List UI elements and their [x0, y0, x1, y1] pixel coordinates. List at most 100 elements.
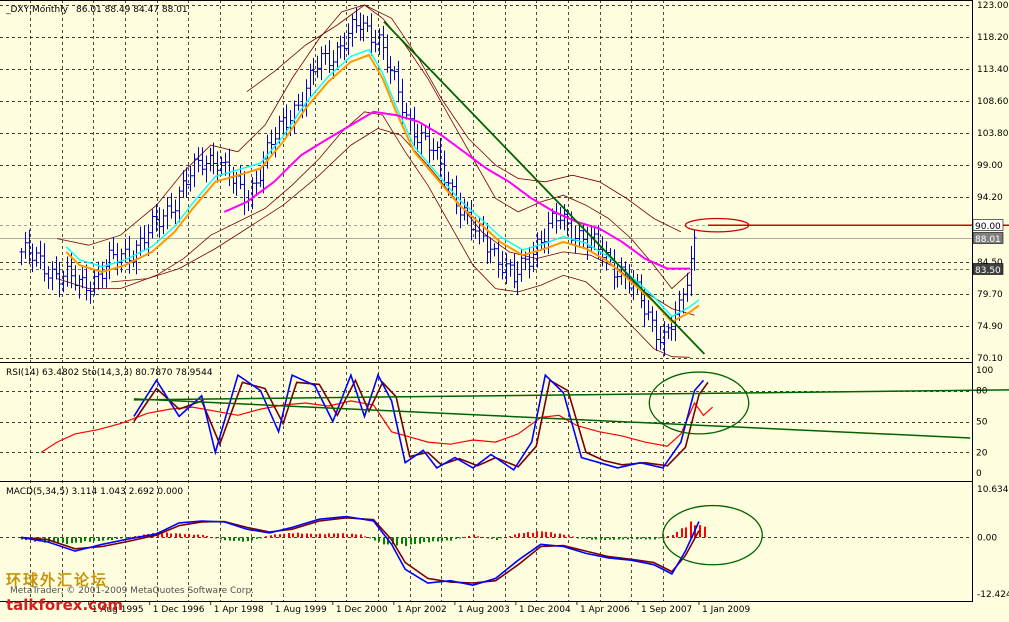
macd-histogram-bar-positive	[297, 533, 299, 538]
macd-histogram-bar-positive	[315, 534, 317, 537]
macd-histogram-bar-positive	[206, 536, 208, 537]
time-axis-label: 1 Sep 2007	[641, 605, 692, 615]
macd-histogram-bar-positive	[288, 533, 290, 537]
price-axis-label: 108.60	[977, 97, 1009, 107]
macd-histogram-bar-positive	[202, 535, 204, 538]
macd-histogram-bar-positive	[197, 535, 199, 538]
macd-histogram-bar-positive	[541, 531, 543, 537]
macd-histogram-bar-positive	[554, 534, 556, 538]
watermark-copyright: MetaTrader, © 2001-2009 MetaQuotes Softw…	[10, 586, 254, 596]
macd-histogram-bar-negative	[609, 537, 611, 539]
macd-histogram-bar-negative	[374, 537, 376, 540]
macd-axis-label: -12.424	[977, 590, 1009, 600]
macd-histogram-bar-negative	[446, 537, 448, 540]
macd-histogram-bar-negative	[419, 537, 421, 543]
macd-histogram-bar-positive	[328, 533, 330, 537]
macd-histogram-bar-positive	[464, 537, 466, 538]
macd-histogram-bar-negative	[437, 537, 439, 541]
macd-histogram-bar-positive	[193, 535, 195, 538]
macd-histogram-bar-negative	[658, 537, 660, 538]
macd-histogram-bar-positive	[468, 536, 470, 537]
ohlc-label: 86.01 88.49 84.47 88.01	[76, 5, 188, 15]
macd-histogram-bar-positive	[360, 534, 362, 537]
price-axis-label: 99.00	[977, 161, 1003, 171]
macd-histogram-bar-positive	[364, 536, 366, 537]
macd-histogram-bar-negative	[238, 537, 240, 540]
macd-histogram-bar-negative	[636, 537, 638, 539]
time-axis-label: 1 Jan 2009	[702, 605, 750, 615]
macd-histogram-bar-positive	[324, 534, 326, 537]
macd-histogram-bar-negative	[116, 537, 118, 539]
macd-histogram-bar-negative	[600, 537, 602, 539]
macd-histogram-bar-positive	[505, 537, 507, 538]
macd-histogram-bar-positive	[279, 534, 281, 537]
macd-histogram-bar-positive	[265, 536, 267, 537]
macd-histogram-bar-negative	[75, 537, 77, 542]
macd-histogram-bar-negative	[627, 537, 629, 539]
macd-histogram-bar-negative	[622, 537, 624, 539]
macd-histogram-bar-negative	[423, 537, 425, 542]
macd-histogram-bar-negative	[233, 537, 235, 541]
macd-histogram-bar-positive	[306, 533, 308, 537]
price-axis-label: 94.20	[977, 193, 1003, 203]
macd-histogram-bar-negative	[455, 537, 457, 539]
macd-histogram-bar-positive	[346, 534, 348, 537]
macd-histogram-bar-positive	[355, 534, 357, 537]
macd-histogram-bar-positive	[545, 532, 547, 538]
macd-histogram-bar-negative	[89, 537, 91, 542]
macd-histogram-bar-negative	[215, 537, 217, 538]
macd-histogram-bar-negative	[229, 537, 231, 540]
time-axis-label: 1 Apr 2002	[397, 605, 447, 615]
macd-histogram-bar-positive	[509, 536, 511, 537]
macd-histogram-bar-negative	[487, 537, 489, 538]
macd-legend-label: MACD(5,34,5) 3.114 1.043 2.692 0.000	[6, 487, 183, 497]
macd-axis-label: 0.00	[977, 533, 997, 543]
macd-histogram-bar-positive	[292, 533, 294, 537]
macd-histogram-bar-positive	[518, 533, 520, 537]
dxy-monthly-chart[interactable]: 123.00118.20113.40108.60103.8099.0094.20…	[0, 0, 1009, 618]
symbol-label: _DXY,Monthly	[5, 5, 69, 15]
rsi-axis-label: 20	[976, 448, 988, 458]
macd-histogram-bar-positive	[301, 534, 303, 538]
macd-histogram-bar-positive	[473, 535, 475, 538]
macd-histogram-bar-positive	[482, 537, 484, 538]
macd-histogram-bar-negative	[410, 537, 412, 544]
macd-histogram-bar-positive	[274, 534, 276, 537]
macd-histogram-bar-negative	[405, 537, 407, 546]
watermark-site: talkforex.com	[6, 596, 123, 614]
macd-histogram-bar-positive	[514, 534, 516, 537]
macd-histogram-bar-positive	[523, 533, 525, 537]
price-level-label: 90.00	[975, 222, 1001, 232]
macd-histogram-bar-positive	[685, 527, 687, 537]
macd-histogram-bar-positive	[270, 535, 272, 537]
macd-histogram-bar-positive	[351, 534, 353, 538]
macd-histogram-bar-negative	[369, 537, 371, 538]
time-axis-label: 1 Aug 2003	[458, 605, 510, 615]
macd-histogram-bar-negative	[80, 537, 82, 542]
price-level-label: 88.01	[975, 235, 1001, 245]
macd-histogram-bar-negative	[414, 537, 416, 544]
macd-histogram-bar-negative	[491, 537, 493, 539]
macd-histogram-bar-positive	[170, 534, 172, 538]
macd-histogram-bar-negative	[242, 537, 244, 541]
macd-histogram-bar-positive	[568, 535, 570, 537]
macd-histogram-bar-negative	[120, 537, 122, 538]
macd-histogram-bar-positive	[676, 532, 678, 538]
rsi-axis-label: 100	[976, 366, 993, 376]
time-axis-label: 1 Dec 1996	[153, 605, 205, 615]
macd-histogram-bar-negative	[224, 537, 226, 540]
macd-histogram-bar-negative	[450, 537, 452, 540]
macd-axis-label: 10.634	[977, 485, 1009, 495]
macd-histogram-bar-positive	[342, 533, 344, 537]
macd-histogram-bar-positive	[283, 534, 285, 538]
macd-histogram-bar-negative	[383, 537, 385, 544]
macd-histogram-bar-negative	[500, 537, 502, 538]
macd-histogram-bar-negative	[595, 537, 597, 539]
macd-histogram-bar-negative	[586, 537, 588, 539]
macd-histogram-bar-positive	[188, 534, 190, 538]
macd-histogram-bar-positive	[310, 534, 312, 538]
macd-histogram-bar-negative	[649, 537, 651, 539]
macd-histogram-bar-negative	[581, 537, 583, 538]
macd-histogram-bar-negative	[401, 537, 403, 543]
macd-histogram-bar-negative	[640, 537, 642, 539]
